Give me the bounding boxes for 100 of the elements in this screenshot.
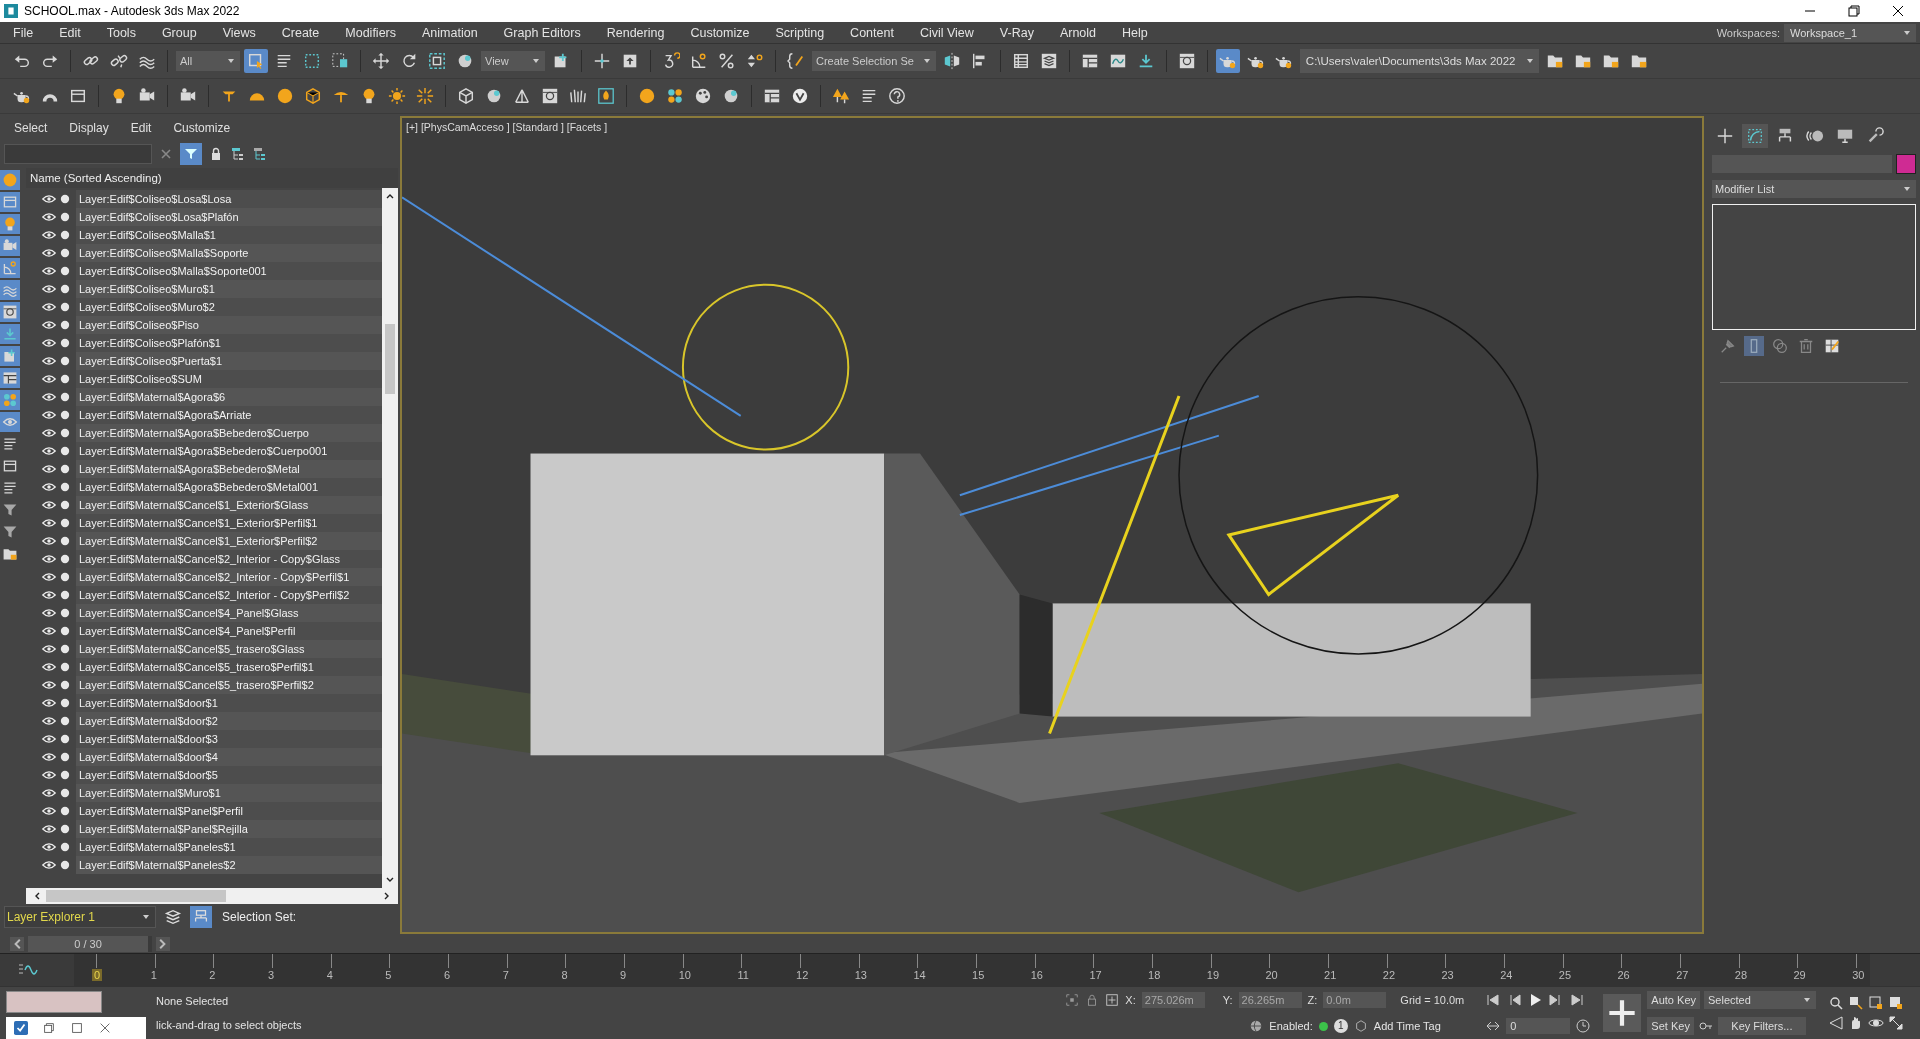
eye-icon[interactable] — [42, 499, 56, 510]
menu-item[interactable]: File — [0, 25, 47, 40]
eye-icon[interactable] — [42, 247, 56, 258]
eye-icon[interactable] — [42, 661, 56, 672]
freeze-dot-icon[interactable] — [60, 193, 70, 204]
toolbar-dropdown[interactable]: Create Selection Se — [812, 51, 936, 72]
menu-item[interactable]: Group — [148, 25, 210, 40]
panels-icon[interactable] — [0, 367, 20, 388]
eye-icon[interactable] — [42, 481, 56, 492]
scroll-thumb[interactable] — [46, 889, 226, 902]
freeze-dot-icon[interactable] — [60, 715, 70, 726]
menu-item[interactable]: Views — [209, 25, 269, 40]
menu-item[interactable]: Customize — [677, 25, 763, 40]
explorer-dropdown[interactable]: Layer Explorer 1 — [4, 905, 156, 928]
freeze-dot-icon[interactable] — [60, 679, 70, 690]
angle-snap-icon[interactable] — [0, 257, 20, 278]
menu-item[interactable]: Content — [837, 25, 907, 40]
box-icon[interactable] — [0, 191, 20, 212]
freeze-dot-icon[interactable] — [60, 355, 70, 366]
freeze-dot-icon[interactable] — [60, 769, 70, 780]
eye-icon[interactable] — [42, 769, 56, 780]
viewport[interactable]: [+] [PhysCamAcceso ] [Standard ] [Facets ] — [400, 115, 1704, 934]
freeze-dot-icon[interactable] — [60, 661, 70, 672]
key-filters-button[interactable]: Key Filters... — [1717, 1017, 1806, 1035]
eye-icon[interactable] — [42, 607, 56, 618]
grid-icon[interactable] — [0, 301, 20, 322]
maximize-viewport-icon[interactable] — [1888, 1015, 1904, 1031]
eye-icon[interactable] — [42, 733, 56, 744]
search-field[interactable] — [4, 143, 152, 164]
freeze-dot-icon[interactable] — [60, 571, 70, 582]
toolbar-dropdown[interactable]: View — [481, 51, 545, 72]
freeze-dot-icon[interactable] — [60, 463, 70, 474]
eye-icon[interactable] — [42, 679, 56, 690]
freeze-dot-icon[interactable] — [60, 805, 70, 816]
eye-icon[interactable] — [42, 229, 56, 240]
zoom-icon[interactable] — [1828, 995, 1844, 1011]
menu-item[interactable]: Graph Editors — [490, 25, 594, 40]
eye-icon[interactable] — [0, 411, 20, 432]
menu-item[interactable]: Civil View — [906, 25, 987, 40]
eye-icon[interactable] — [42, 391, 56, 402]
explorer-menu-item[interactable]: Display — [69, 120, 109, 135]
eye-icon[interactable] — [42, 445, 56, 456]
eye-icon[interactable] — [42, 589, 56, 600]
eye-icon[interactable] — [42, 211, 56, 222]
go-to-end-icon[interactable] — [1569, 992, 1586, 1008]
workspace-dropdown[interactable]: Workspace_1 — [1784, 23, 1916, 42]
maximize-icon[interactable] — [70, 1021, 84, 1035]
freeze-dot-icon[interactable] — [60, 427, 70, 438]
layer-name[interactable]: Layer:Edif$Coliseo$Losa$Losa — [76, 189, 382, 208]
freeze-dot-icon[interactable] — [60, 247, 70, 258]
window-preview-popup[interactable] — [6, 1017, 146, 1039]
menu-item[interactable]: Modifiers — [332, 25, 409, 40]
eye-icon[interactable] — [42, 409, 56, 420]
eye-icon[interactable] — [42, 643, 56, 654]
light-bulb-icon[interactable] — [0, 213, 20, 234]
field-of-view-icon[interactable] — [1828, 1015, 1844, 1031]
show-end-result-icon[interactable] — [1744, 335, 1764, 356]
eye-icon[interactable] — [42, 553, 56, 564]
freeze-dot-icon[interactable] — [60, 391, 70, 402]
cube-icon[interactable] — [1353, 1019, 1368, 1034]
freeze-dot-icon[interactable] — [60, 283, 70, 294]
menu-item[interactable]: Animation — [409, 25, 491, 40]
script-listener-field[interactable] — [6, 991, 102, 1013]
hierarchy-icon[interactable] — [190, 905, 212, 928]
freeze-dot-icon[interactable] — [60, 589, 70, 600]
freeze-dot-icon[interactable] — [60, 751, 70, 762]
explorer-menu-item[interactable]: Select — [14, 120, 48, 135]
set-key-icon[interactable] — [1603, 994, 1642, 1032]
freeze-dot-icon[interactable] — [60, 229, 70, 240]
modifier-list-dropdown[interactable]: Modifier List — [1712, 179, 1916, 198]
hierarchy-icon[interactable] — [230, 145, 246, 162]
zoom-extents-icon[interactable] — [1868, 995, 1884, 1011]
freeze-dot-icon[interactable] — [60, 499, 70, 510]
vertical-scrollbar[interactable] — [382, 187, 398, 888]
freeze-dot-icon[interactable] — [60, 337, 70, 348]
isolate-icon[interactable] — [1065, 993, 1080, 1008]
eye-icon[interactable] — [42, 337, 56, 348]
eye-icon[interactable] — [42, 517, 56, 528]
eye-icon[interactable] — [42, 265, 56, 276]
freeze-dot-icon[interactable] — [60, 445, 70, 456]
dots-icon[interactable] — [0, 389, 20, 410]
zoom-extents-all-icon[interactable] — [1888, 995, 1904, 1011]
menu-item[interactable]: Create — [268, 25, 333, 40]
previous-frame-icon[interactable] — [10, 936, 24, 951]
freeze-dot-icon[interactable] — [60, 409, 70, 420]
eye-icon[interactable] — [42, 787, 56, 798]
color-swatch[interactable] — [1896, 153, 1916, 174]
freeze-dot-icon[interactable] — [60, 841, 70, 852]
eye-icon[interactable] — [42, 535, 56, 546]
absolute-mode-icon[interactable] — [1105, 993, 1120, 1008]
download-icon[interactable] — [0, 323, 20, 344]
go-to-start-icon[interactable] — [1485, 992, 1502, 1008]
freeze-dot-icon[interactable] — [60, 787, 70, 798]
restore-icon[interactable] — [1846, 2, 1862, 19]
eye-icon[interactable] — [42, 571, 56, 582]
eye-icon[interactable] — [42, 319, 56, 330]
eye-icon[interactable] — [42, 373, 56, 384]
scroll-thumb[interactable] — [385, 323, 395, 394]
menu-item[interactable]: V-Ray — [986, 25, 1047, 40]
hierarchy-icon[interactable] — [252, 145, 268, 162]
